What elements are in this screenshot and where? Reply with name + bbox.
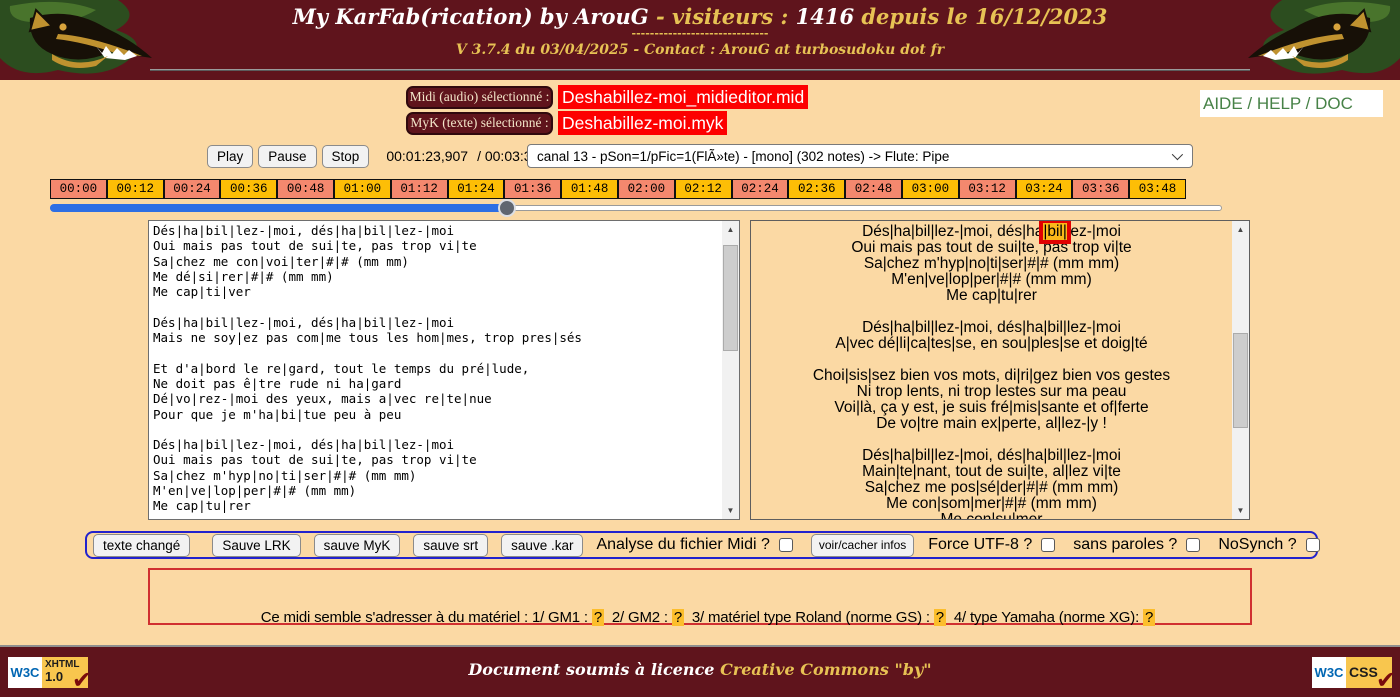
timeline-mark[interactable]: 02:48	[844, 180, 901, 198]
scroll-down-icon[interactable]: ▼	[722, 502, 739, 519]
midi-selected-button[interactable]: Midi (audio) sélectionné :	[406, 85, 553, 109]
chevron-down-icon	[1171, 148, 1184, 161]
license-link[interactable]: Creative Commons "by"	[720, 660, 932, 679]
analyse-midi-label: Analyse du fichier Midi ?	[596, 536, 770, 553]
karaoke-scrollbar[interactable]: ▲ ▼	[1232, 221, 1249, 519]
sauve-srt-button[interactable]: sauve srt	[413, 533, 489, 557]
title-main: My KarFab(rication) by ArouG	[292, 4, 649, 29]
lyrics-editor-wrap: Dés|ha|bil|lez-|moi, dés|ha|bil|lez-|moi…	[148, 220, 740, 520]
midi-info-box: Ce midi semble s'adresser à du matériel …	[148, 568, 1252, 683]
nosynch-checkbox[interactable]	[1305, 538, 1320, 552]
header-divider	[150, 69, 1250, 71]
myk-file-row: MyK (texte) sélectionné : Deshabillez-mo…	[406, 111, 728, 135]
timeline-mark[interactable]: 01:48	[560, 180, 617, 198]
slider-fill	[50, 204, 508, 212]
fox-logo-left	[0, 0, 152, 74]
sauve-lrk-button[interactable]: Sauve LRK	[212, 533, 301, 557]
karaoke-panel: Dés|ha|bil|lez-|moi, dés|ha|bil|lez-|moi…	[750, 220, 1250, 520]
karaoke-current-syllable: |bil|	[1043, 223, 1067, 240]
timeline[interactable]: 00:00 00:12 00:24 00:36 00:48 01:00 01:12 01:24…	[50, 179, 1186, 199]
midi-filename: Deshabillez-moi_midieditor.mid	[558, 85, 809, 109]
css-badge-label: CSS ✔	[1346, 657, 1396, 693]
page-title: My KarFab(rication) by ArouG - visiteurs…	[190, 4, 1210, 29]
sauve-kar-button[interactable]: sauve .kar	[501, 533, 584, 557]
myk-selected-button[interactable]: MyK (texte) sélectionné :	[406, 111, 553, 135]
sans-paroles-label: sans paroles ?	[1073, 536, 1178, 553]
sans-paroles-checkbox[interactable]	[1186, 538, 1201, 552]
fox-logo-right	[1248, 0, 1400, 74]
visitors-since: depuis le 16/12/2023	[854, 4, 1108, 29]
checkmark-icon: ✔	[1375, 667, 1396, 694]
timeline-mark[interactable]: 00:00	[51, 180, 106, 198]
license-line: Document soumis à licence Creative Commo…	[0, 660, 1400, 679]
timeline-mark[interactable]: 02:00	[616, 180, 674, 198]
timeline-mark[interactable]: 03:36	[1071, 180, 1129, 198]
timeline-mark[interactable]: 01:36	[503, 180, 561, 198]
title-sep: -	[648, 4, 673, 29]
timeline-mark[interactable]: 02:24	[730, 180, 788, 198]
timeline-mark[interactable]: 03:12	[957, 180, 1015, 198]
timeline-mark[interactable]: 02:36	[787, 180, 845, 198]
footer: W3C XHTML 1.0 ✔ Document soumis à licenc…	[0, 645, 1400, 697]
karaoke-after: lez-|moi Oui mais pas tout de sui|te, pa…	[812, 223, 1171, 520]
timeline-mark[interactable]: 01:24	[446, 180, 504, 198]
timeline-mark[interactable]: 02:12	[673, 180, 731, 198]
help-links[interactable]: AIDE / HELP / DOC	[1200, 90, 1383, 117]
license-prefix: Document soumis à licence	[468, 660, 721, 679]
karaoke-scroll-thumb[interactable]	[1233, 333, 1248, 428]
analyse-midi-checkbox[interactable]	[778, 538, 793, 552]
midi-file-row: Midi (audio) sélectionné : Deshabillez-m…	[406, 85, 809, 109]
timeline-mark[interactable]: 00:12	[105, 180, 163, 198]
stop-button[interactable]: Stop	[321, 144, 370, 168]
w3c-logo: W3C	[1312, 657, 1346, 688]
current-time: 00:01:23,907	[386, 148, 469, 164]
seek-slider[interactable]	[50, 199, 1222, 217]
header: My KarFab(rication) by ArouG - visiteurs…	[0, 0, 1400, 80]
visitors-count: 1416	[795, 4, 855, 29]
version-contact-line: V 3.7.4 du 03/04/2025 - Contact : ArouG …	[455, 42, 945, 58]
page: My KarFab(rication) by ArouG - visiteurs…	[0, 0, 1400, 697]
scroll-down-icon[interactable]: ▼	[1232, 502, 1249, 519]
timeline-mark[interactable]: 00:36	[219, 180, 277, 198]
editor-scrollbar[interactable]: ▲ ▼	[722, 221, 739, 519]
player-controls: Play Pause Stop 00:01:23,907 / 00:03:36,…	[207, 144, 567, 168]
lyrics-editor[interactable]: Dés|ha|bil|lez-|moi, dés|ha|bil|lez-|moi…	[149, 221, 722, 519]
timeline-mark[interactable]: 03:48	[1128, 180, 1185, 198]
pause-button[interactable]: Pause	[258, 144, 317, 168]
force-utf8-label: Force UTF-8 ?	[928, 536, 1033, 553]
header-dashes: ------------------------------	[631, 27, 769, 40]
scroll-up-icon[interactable]: ▲	[722, 221, 739, 238]
channel-select-value: canal 13 - pSon=1/pFic=1(FlÃ»te) - [mono…	[537, 148, 950, 164]
karaoke-before: Dés|ha|bil|lez-|moi, dés|ha	[862, 223, 1044, 240]
header-center: My KarFab(rication) by ArouG - visiteurs…	[190, 4, 1210, 58]
visitors-label: visiteurs :	[672, 4, 796, 29]
channel-select[interactable]: canal 13 - pSon=1/pFic=1(FlÃ»te) - [mono…	[527, 144, 1193, 168]
voir-cacher-infos-button[interactable]: voir/cacher infos	[810, 533, 915, 557]
w3c-css-badge[interactable]: W3C CSS ✔	[1312, 657, 1396, 693]
timeline-mark[interactable]: 01:00	[332, 180, 390, 198]
timeline-mark[interactable]: 00:24	[162, 180, 220, 198]
toolbar: texte changé Sauve LRK sauve MyK sauve s…	[85, 531, 1320, 559]
midi-info-line1: Ce midi semble s'adresser à du matériel …	[260, 609, 1156, 626]
texte-change-button[interactable]: texte changé	[93, 533, 191, 557]
myk-filename: Deshabillez-moi.myk	[558, 111, 728, 135]
force-utf8-checkbox[interactable]	[1041, 538, 1056, 552]
timeline-mark[interactable]: 03:00	[900, 180, 958, 198]
timeline-mark[interactable]: 03:24	[1014, 180, 1072, 198]
slider-thumb[interactable]	[498, 199, 517, 217]
play-button[interactable]: Play	[207, 144, 254, 168]
timeline-mark[interactable]: 01:12	[389, 180, 447, 198]
scroll-up-icon[interactable]: ▲	[1232, 221, 1249, 238]
sauve-myk-button[interactable]: sauve MyK	[313, 533, 401, 557]
timeline-mark[interactable]: 00:48	[276, 180, 333, 198]
karaoke-display: Dés|ha|bil|lez-|moi, dés|ha|bil|lez-|moi…	[751, 221, 1232, 519]
nosynch-label: NoSynch ?	[1218, 536, 1297, 553]
editor-scroll-thumb[interactable]	[723, 245, 738, 351]
